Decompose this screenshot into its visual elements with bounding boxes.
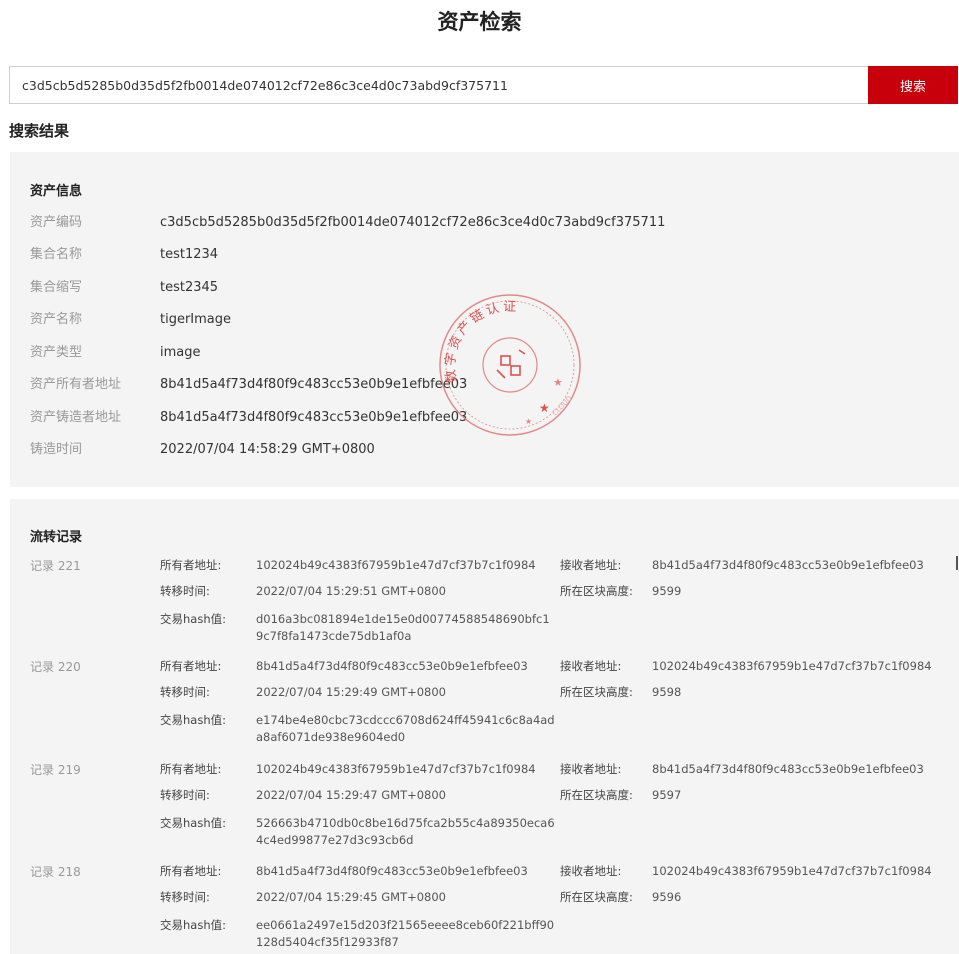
record-id: 记录 221 (30, 559, 81, 573)
receiver-address: 102024b49c4383f67959b1e47d7cf37b7c1f0984 (652, 864, 932, 878)
owner-label: 所有者地址: (160, 558, 222, 572)
record-hash-line: 交易hash值: 526663b4710db0c8be16d75fca2b55c… (160, 815, 556, 849)
record-height-line: 所在区块高度: 9597 (560, 787, 681, 804)
info-label: 铸造时间 (30, 442, 83, 457)
receiver-label: 接收者地址: (560, 558, 622, 572)
height-label: 所在区块高度: (560, 788, 633, 802)
block-height: 9596 (652, 890, 682, 904)
owner-label: 所有者地址: (160, 864, 222, 878)
record-time-line: 转移时间: 2022/07/04 15:29:49 GMT+0800 (160, 684, 556, 701)
record-receiver-line: 接收者地址: 102024b49c4383f67959b1e47d7cf37b7… (560, 658, 932, 675)
record-receiver-line: 接收者地址: 8b41d5a4f73d4f80f9c483cc53e0b9e1e… (560, 557, 924, 574)
record-time-line: 转移时间: 2022/07/04 15:29:51 GMT+0800 (160, 583, 556, 600)
record-time-line: 转移时间: 2022/07/04 15:29:45 GMT+0800 (160, 889, 556, 906)
page-title: 资产检索 (437, 10, 522, 34)
transaction-hash: ee0661a2497e15d203f21565eeee8ceb60f221bf… (256, 918, 555, 949)
transfer-records-title: 流转记录 (30, 530, 83, 545)
transaction-hash: 526663b4710db0c8be16d75fca2b55c4a89350ec… (256, 816, 555, 847)
info-row-asset-id: 资产编码 c3d5cb5d5285b0d35d5f2fb0014de074012… (30, 213, 665, 233)
info-row-owner-address: 资产所有者地址 8b41d5a4f73d4f80f9c483cc53e0b9e1… (30, 375, 467, 395)
info-row-minter-address: 资产铸造者地址 8b41d5a4f73d4f80f9c483cc53e0b9e1… (30, 408, 467, 428)
info-row-mint-time: 铸造时间 2022/07/04 14:58:29 GMT+0800 (30, 440, 375, 460)
height-label: 所在区块高度: (560, 685, 633, 699)
owner-address: 8b41d5a4f73d4f80f9c483cc53e0b9e1efbfee03 (256, 864, 528, 878)
owner-label: 所有者地址: (160, 659, 222, 673)
info-label: 资产铸造者地址 (30, 410, 122, 425)
record-hash-line: 交易hash值: e174be4e80cbc73cdccc6708d624ff4… (160, 712, 556, 746)
hash-label: 交易hash值: (160, 918, 226, 932)
receiver-label: 接收者地址: (560, 762, 622, 776)
record-height-line: 所在区块高度: 9596 (560, 889, 681, 906)
info-row-asset-type: 资产类型 image (30, 343, 201, 363)
record-owner-line: 所有者地址: 8b41d5a4f73d4f80f9c483cc53e0b9e1e… (160, 658, 556, 675)
record-height-line: 所在区块高度: 9599 (560, 583, 681, 600)
info-label: 资产编码 (30, 215, 83, 230)
transfer-time: 2022/07/04 15:29:45 GMT+0800 (256, 890, 447, 904)
receiver-address: 102024b49c4383f67959b1e47d7cf37b7c1f0984 (652, 659, 932, 673)
record-owner-line: 所有者地址: 102024b49c4383f67959b1e47d7cf37b7… (160, 761, 556, 778)
time-label: 转移时间: (160, 685, 210, 699)
record-receiver-line: 接收者地址: 8b41d5a4f73d4f80f9c483cc53e0b9e1e… (560, 761, 924, 778)
hash-label: 交易hash值: (160, 713, 226, 727)
transfer-time: 2022/07/04 15:29:51 GMT+0800 (256, 584, 447, 598)
hash-label: 交易hash值: (160, 612, 226, 626)
asset-info-panel: 资产信息 资产编码 c3d5cb5d5285b0d35d5f2fb0014de0… (10, 152, 959, 487)
transaction-hash: e174be4e80cbc73cdccc6708d624ff45941c6c8a… (256, 713, 555, 744)
info-value: test2345 (160, 280, 219, 295)
info-value: image (160, 345, 201, 360)
info-row-collection-name: 集合名称 test1234 (30, 245, 218, 265)
search-input[interactable] (9, 66, 868, 104)
info-row-collection-abbr: 集合缩写 test2345 (30, 278, 218, 298)
info-label: 资产所有者地址 (30, 377, 122, 392)
info-value: 2022/07/04 14:58:29 GMT+0800 (160, 442, 375, 457)
info-label: 集合缩写 (30, 280, 83, 295)
record-height-line: 所在区块高度: 9598 (560, 684, 681, 701)
info-label: 资产名称 (30, 312, 83, 327)
receiver-label: 接收者地址: (560, 864, 622, 878)
info-value: tigerImage (160, 312, 232, 327)
hash-label: 交易hash值: (160, 816, 226, 830)
record-owner-line: 所有者地址: 102024b49c4383f67959b1e47d7cf37b7… (160, 557, 556, 574)
record-owner-line: 所有者地址: 8b41d5a4f73d4f80f9c483cc53e0b9e1e… (160, 863, 556, 880)
record-id: 记录 219 (30, 763, 81, 777)
transfer-records-panel: 流转记录 记录 221 所有者地址: 102024b49c4383f67959b… (10, 499, 959, 954)
record-id: 记录 220 (30, 660, 81, 674)
receiver-address: 8b41d5a4f73d4f80f9c483cc53e0b9e1efbfee03 (652, 558, 924, 572)
search-button[interactable]: 搜索 (868, 66, 958, 104)
time-label: 转移时间: (160, 584, 210, 598)
info-value: 8b41d5a4f73d4f80f9c483cc53e0b9e1efbfee03 (160, 377, 468, 392)
asset-info-title: 资产信息 (30, 184, 83, 199)
record-hash-line: 交易hash值: ee0661a2497e15d203f21565eeee8ce… (160, 917, 556, 951)
record-receiver-line: 接收者地址: 102024b49c4383f67959b1e47d7cf37b7… (560, 863, 932, 880)
info-label: 集合名称 (30, 247, 83, 262)
owner-address: 102024b49c4383f67959b1e47d7cf37b7c1f0984 (256, 558, 536, 572)
block-height: 9598 (652, 685, 682, 699)
block-height: 9599 (652, 584, 682, 598)
search-bar: 搜索 (9, 66, 958, 104)
info-value: test1234 (160, 247, 219, 262)
height-label: 所在区块高度: (560, 890, 633, 904)
info-label: 资产类型 (30, 345, 83, 360)
info-value: c3d5cb5d5285b0d35d5f2fb0014de074012cf72e… (160, 215, 666, 230)
info-value: 8b41d5a4f73d4f80f9c483cc53e0b9e1efbfee03 (160, 410, 468, 425)
owner-label: 所有者地址: (160, 762, 222, 776)
owner-address: 102024b49c4383f67959b1e47d7cf37b7c1f0984 (256, 762, 536, 776)
results-heading: 搜索结果 (9, 122, 70, 140)
block-height: 9597 (652, 788, 682, 802)
owner-address: 8b41d5a4f73d4f80f9c483cc53e0b9e1efbfee03 (256, 659, 528, 673)
record-hash-line: 交易hash值: d016a3bc081894e1de15e0d00774588… (160, 611, 556, 645)
transfer-time: 2022/07/04 15:29:49 GMT+0800 (256, 685, 447, 699)
receiver-address: 8b41d5a4f73d4f80f9c483cc53e0b9e1efbfee03 (652, 762, 924, 776)
record-time-line: 转移时间: 2022/07/04 15:29:47 GMT+0800 (160, 787, 556, 804)
info-row-asset-name: 资产名称 tigerImage (30, 310, 231, 330)
time-label: 转移时间: (160, 890, 210, 904)
receiver-label: 接收者地址: (560, 659, 622, 673)
transaction-hash: d016a3bc081894e1de15e0d00774588548690bfc… (256, 612, 550, 643)
time-label: 转移时间: (160, 788, 210, 802)
transfer-time: 2022/07/04 15:29:47 GMT+0800 (256, 788, 447, 802)
height-label: 所在区块高度: (560, 584, 633, 598)
record-id: 记录 218 (30, 865, 81, 879)
scrollbar-thumb[interactable] (956, 556, 958, 570)
